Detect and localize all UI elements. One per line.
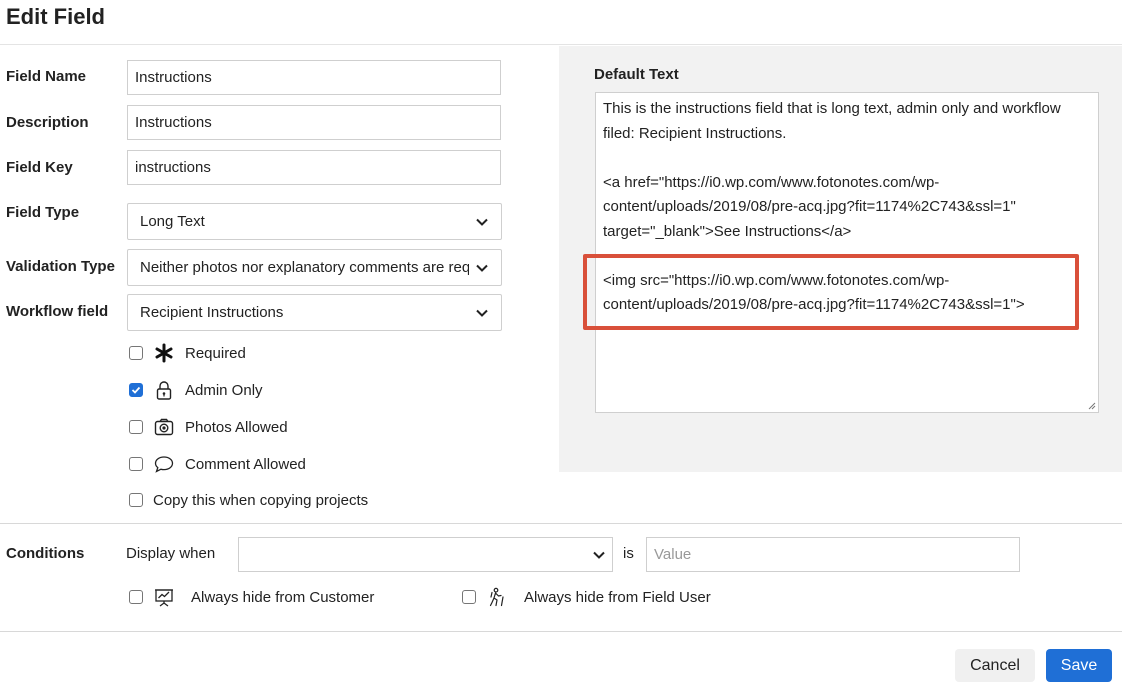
- lock-icon: [153, 379, 175, 401]
- default-text-paragraph: <a href="https://i0.wp.com/www.fotonotes…: [603, 173, 1016, 240]
- field-name-input[interactable]: [127, 60, 501, 95]
- chevron-down-icon: [476, 218, 488, 226]
- field-type-select[interactable]: Long Text: [127, 203, 502, 240]
- comment-allowed-checkbox[interactable]: [129, 457, 143, 471]
- chevron-down-icon: [476, 309, 488, 317]
- photos-allowed-label: Photos Allowed: [185, 418, 288, 436]
- field-type-value: Long Text: [140, 213, 205, 230]
- display-when-select[interactable]: [238, 537, 613, 572]
- chevron-down-icon: [476, 264, 488, 272]
- hide-field-user-label: Always hide from Field User: [524, 588, 711, 606]
- save-button[interactable]: Save: [1046, 649, 1112, 682]
- asterisk-icon: [153, 342, 175, 364]
- condition-value-input[interactable]: [646, 537, 1020, 572]
- default-text-paragraph: This is the instructions field that is l…: [603, 100, 1061, 142]
- default-text-textarea[interactable]: This is the instructions field that is l…: [595, 92, 1099, 413]
- chevron-down-icon: [593, 551, 605, 559]
- display-when-label: Display when: [126, 545, 216, 562]
- camera-icon: [153, 416, 175, 438]
- required-option[interactable]: Required: [129, 343, 246, 363]
- section-divider: [0, 523, 1122, 524]
- field-type-label: Field Type: [6, 204, 80, 221]
- hide-customer-checkbox[interactable]: [129, 590, 143, 604]
- field-name-label: Field Name: [6, 68, 87, 85]
- hiker-icon: [486, 586, 508, 608]
- admin-only-label: Admin Only: [185, 381, 263, 399]
- hide-field-user-checkbox[interactable]: [462, 590, 476, 604]
- workflow-field-label: Workflow field: [6, 303, 109, 320]
- field-key-input[interactable]: [127, 150, 501, 185]
- required-label: Required: [185, 344, 246, 362]
- hide-customer-option[interactable]: Always hide from Customer: [129, 586, 374, 608]
- validation-type-select[interactable]: Neither photos nor explanatory comments …: [127, 249, 502, 286]
- speech-bubble-icon: [153, 453, 175, 475]
- validation-type-value: Neither photos nor explanatory comments …: [140, 259, 469, 276]
- workflow-field-select[interactable]: Recipient Instructions: [127, 294, 502, 331]
- cancel-button[interactable]: Cancel: [955, 649, 1035, 682]
- comment-allowed-label: Comment Allowed: [185, 455, 306, 473]
- default-text-label: Default Text: [594, 66, 679, 83]
- footer-divider: [0, 631, 1122, 632]
- is-label: is: [623, 545, 634, 562]
- validation-type-label: Validation Type: [6, 258, 115, 275]
- photos-allowed-option[interactable]: Photos Allowed: [129, 417, 288, 437]
- field-key-label: Field Key: [6, 159, 73, 176]
- check-icon: [131, 386, 141, 394]
- copy-when-copying-checkbox[interactable]: [129, 493, 143, 507]
- title-divider: [0, 44, 1122, 45]
- copy-when-copying-label: Copy this when copying projects: [153, 491, 369, 509]
- hide-customer-label: Always hide from Customer: [191, 588, 375, 606]
- dialog-title: Edit Field: [6, 4, 105, 29]
- comment-allowed-option[interactable]: Comment Allowed: [129, 454, 306, 474]
- conditions-label: Conditions: [6, 545, 85, 562]
- photos-allowed-checkbox[interactable]: [129, 420, 143, 434]
- resize-handle-icon[interactable]: [1088, 402, 1096, 410]
- admin-only-checkbox[interactable]: [129, 383, 143, 397]
- hide-field-user-option[interactable]: Always hide from Field User: [462, 586, 711, 608]
- workflow-field-value: Recipient Instructions: [140, 304, 284, 321]
- highlight-annotation: [583, 254, 1079, 330]
- copy-when-copying-option[interactable]: Copy this when copying projects: [129, 490, 368, 510]
- description-input[interactable]: [127, 105, 501, 140]
- required-checkbox[interactable]: [129, 346, 143, 360]
- admin-only-option[interactable]: Admin Only: [129, 380, 263, 400]
- presentation-chart-icon: [153, 586, 175, 608]
- description-label: Description: [6, 114, 89, 131]
